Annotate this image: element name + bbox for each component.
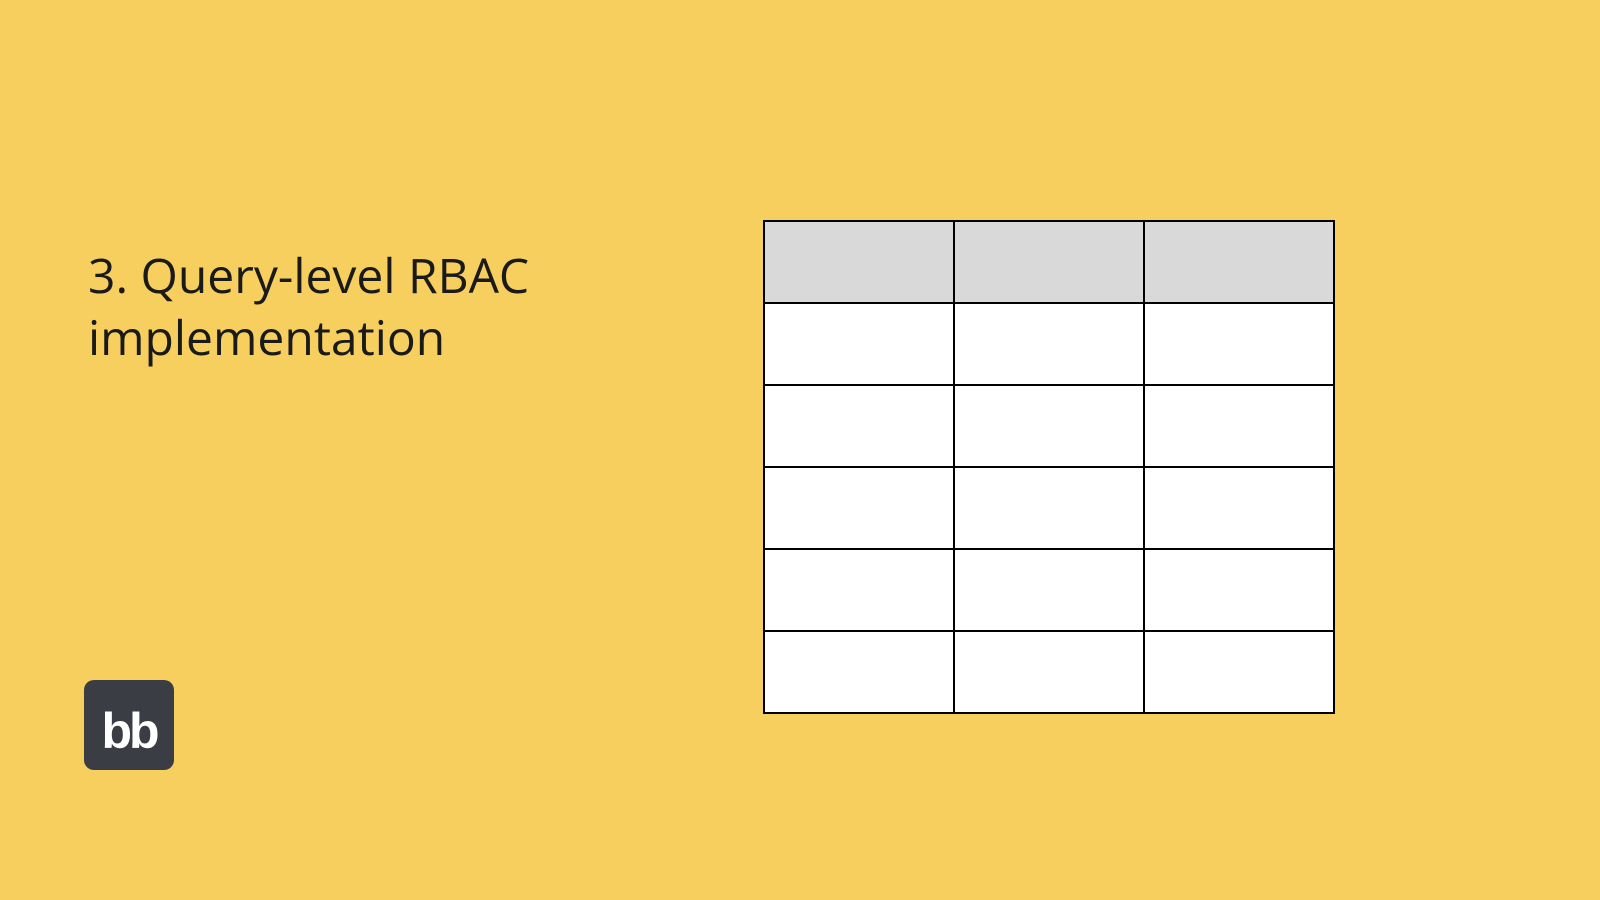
table-cell	[1144, 549, 1334, 631]
table-cell	[954, 549, 1144, 631]
table-row	[764, 549, 1334, 631]
illustration-table	[763, 220, 1335, 714]
table-header-cell	[1144, 221, 1334, 303]
table-cell	[764, 385, 954, 467]
table-cell	[954, 631, 1144, 713]
table-cell	[1144, 467, 1334, 549]
table-cell	[764, 631, 954, 713]
table-header-cell	[764, 221, 954, 303]
table-header-cell	[954, 221, 1144, 303]
table-cell	[764, 467, 954, 549]
table-row	[764, 303, 1334, 385]
table-cell	[954, 385, 1144, 467]
slide-title: 3. Query-level RBAC implementation	[88, 245, 648, 370]
table-row	[764, 631, 1334, 713]
table-cell	[954, 467, 1144, 549]
brand-logo: bb	[84, 680, 174, 770]
table-cell	[764, 303, 954, 385]
table-cell	[764, 549, 954, 631]
table-row	[764, 467, 1334, 549]
table-cell	[954, 303, 1144, 385]
table-cell	[1144, 303, 1334, 385]
table-header-row	[764, 221, 1334, 303]
table-cell	[1144, 385, 1334, 467]
table-row	[764, 385, 1334, 467]
table-cell	[1144, 631, 1334, 713]
brand-logo-text: bb	[101, 706, 156, 756]
